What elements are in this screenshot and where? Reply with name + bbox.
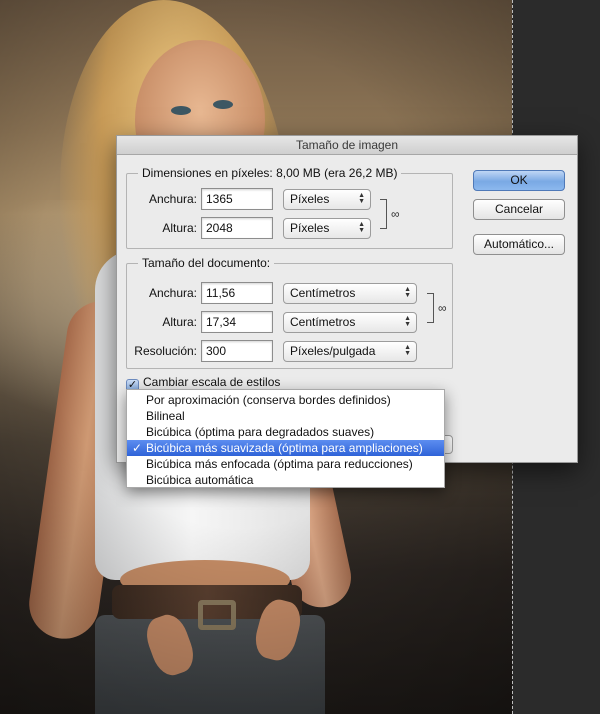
doc-width-unit-label: Centímetros: [290, 286, 356, 300]
resolution-field[interactable]: 300: [201, 340, 273, 362]
pixel-width-unit-label: Píxeles: [290, 192, 330, 206]
doc-height-unit-label: Centímetros: [290, 315, 356, 329]
menu-item-bicubic[interactable]: Bicúbica (óptima para degradados suaves): [127, 424, 444, 440]
doc-width-field[interactable]: 11,56: [201, 282, 273, 304]
doc-link-bracket: [427, 293, 434, 323]
document-size-legend: Tamaño del documento:: [138, 256, 275, 270]
doc-height-field[interactable]: 17,34: [201, 311, 273, 333]
updown-arrows-icon: ▲ ▼: [358, 192, 365, 205]
doc-width-unit-select[interactable]: Centímetros ▲ ▼: [283, 283, 417, 304]
resolution-unit-label: Píxeles/pulgada: [290, 344, 376, 358]
document-size-group: Tamaño del documento: Anchura: 11,56 Cen…: [126, 256, 453, 369]
pixel-width-field[interactable]: 1365: [201, 188, 273, 210]
resample-method-menu: Por aproximación (conserva bordes defini…: [126, 389, 445, 488]
scale-styles-label: Cambiar escala de estilos: [143, 375, 281, 389]
menu-item-nearest-neighbor[interactable]: Por aproximación (conserva bordes defini…: [127, 392, 444, 408]
pixel-height-field[interactable]: 2048: [201, 217, 273, 239]
pixel-height-label: Altura:: [162, 221, 197, 235]
resolution-unit-select[interactable]: Píxeles/pulgada ▲ ▼: [283, 341, 417, 362]
doc-width-label: Anchura:: [148, 286, 197, 300]
menu-item-bicubic-smoother[interactable]: ✓ Bicúbica más suavizada (óptima para amp…: [127, 440, 444, 456]
resolution-label: Resolución:: [134, 344, 197, 358]
checkmark-icon: ✓: [132, 441, 143, 455]
updown-arrows-icon: ▲ ▼: [404, 315, 411, 328]
menu-item-bilinear[interactable]: Bilineal: [127, 408, 444, 424]
pixel-dimensions-group: Dimensiones en píxeles: 8,00 MB (era 26,…: [126, 166, 453, 249]
pixel-height-unit-select[interactable]: Píxeles ▲ ▼: [283, 218, 371, 239]
updown-arrows-icon: ▲ ▼: [404, 344, 411, 357]
menu-item-bicubic-sharper[interactable]: Bicúbica más enfocada (óptima para reduc…: [127, 456, 444, 472]
pixel-height-unit-label: Píxeles: [290, 221, 330, 235]
menu-item-bicubic-automatic[interactable]: Bicúbica automática: [127, 472, 444, 488]
ok-button[interactable]: OK: [473, 170, 565, 191]
cancel-button[interactable]: Cancelar: [473, 199, 565, 220]
pixel-width-label: Anchura:: [148, 192, 197, 206]
pixel-width-unit-select[interactable]: Píxeles ▲ ▼: [283, 189, 371, 210]
auto-button[interactable]: Automático...: [473, 234, 565, 255]
pixel-dimensions-legend: Dimensiones en píxeles: 8,00 MB (era 26,…: [138, 166, 402, 180]
chain-link-icon: ∞: [391, 207, 400, 221]
dialog-title: Tamaño de imagen: [117, 136, 577, 155]
doc-height-unit-select[interactable]: Centímetros ▲ ▼: [283, 312, 417, 333]
doc-height-label: Altura:: [162, 315, 197, 329]
updown-arrows-icon: ▲ ▼: [358, 221, 365, 234]
chain-link-icon: ∞: [438, 301, 447, 315]
link-bracket: [380, 199, 387, 229]
updown-arrows-icon: ▲ ▼: [404, 286, 411, 299]
